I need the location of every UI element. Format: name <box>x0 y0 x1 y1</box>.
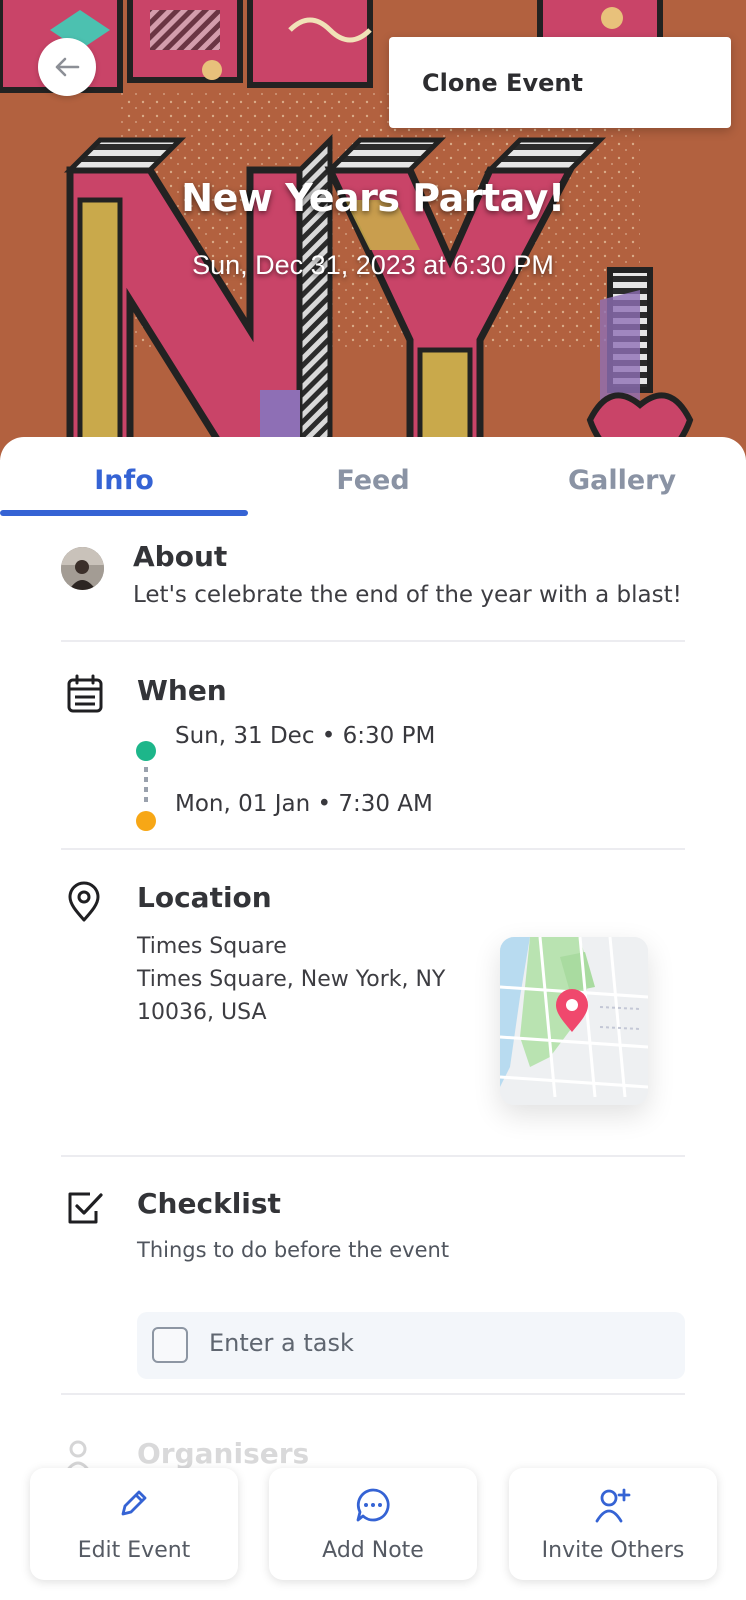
clone-event-label: Clone Event <box>422 68 583 97</box>
invite-others-button[interactable]: Invite Others <box>509 1468 717 1580</box>
location-title: Location <box>137 881 272 914</box>
map-pin-icon <box>68 881 100 922</box>
chat-bubble-icon <box>356 1488 390 1522</box>
about-title: About <box>133 540 228 573</box>
invite-others-label: Invite Others <box>541 1538 685 1563</box>
divider <box>61 1155 685 1157</box>
tab-info[interactable]: Info <box>0 465 248 496</box>
task-input[interactable]: Enter a task <box>137 1312 685 1379</box>
back-button[interactable] <box>38 38 96 96</box>
clone-event-menu-item[interactable]: Clone Event <box>389 37 731 128</box>
checkbox-icon <box>68 1192 103 1224</box>
location-map-thumbnail[interactable] <box>500 937 648 1105</box>
checklist-subtitle: Things to do before the event <box>137 1238 450 1262</box>
start-time-dot <box>136 741 156 761</box>
task-checkbox[interactable] <box>152 1327 188 1363</box>
time-connector-line <box>144 767 148 807</box>
edit-event-label: Edit Event <box>77 1538 191 1563</box>
divider <box>61 640 685 642</box>
pencil-icon <box>121 1490 147 1516</box>
divider <box>61 1393 685 1395</box>
tab-feed[interactable]: Feed <box>249 465 497 496</box>
active-tab-indicator <box>0 510 248 516</box>
checklist-title: Checklist <box>137 1187 281 1220</box>
tab-bar: Info Feed Gallery <box>0 437 746 519</box>
divider <box>61 848 685 850</box>
add-note-label: Add Note <box>322 1538 424 1563</box>
location-address-line2: 10036, USA <box>137 1000 267 1025</box>
add-note-button[interactable]: Add Note <box>269 1468 477 1580</box>
organisers-title: Organisers <box>137 1437 310 1470</box>
event-details-sheet: Info Feed Gallery About Let's celebrate … <box>0 437 746 1600</box>
about-text: Let's celebrate the end of the year with… <box>133 582 682 608</box>
add-user-icon <box>595 1488 631 1523</box>
location-address-line1: Times Square, New York, NY <box>137 967 446 992</box>
edit-event-button[interactable]: Edit Event <box>30 1468 238 1580</box>
event-start-time: Sun, 31 Dec • 6:30 PM <box>175 723 436 749</box>
when-title: When <box>137 674 227 707</box>
task-placeholder: Enter a task <box>209 1329 354 1357</box>
arrow-left-icon <box>55 57 80 77</box>
location-name: Times Square <box>137 934 287 959</box>
end-time-dot <box>136 811 156 831</box>
event-title: New Years Partay! <box>181 176 565 220</box>
event-datetime: Sun, Dec 31, 2023 at 6:30 PM <box>192 250 554 280</box>
calendar-icon <box>67 674 103 713</box>
tab-gallery[interactable]: Gallery <box>498 465 746 496</box>
event-end-time: Mon, 01 Jan • 7:30 AM <box>175 791 433 817</box>
organiser-avatar[interactable] <box>61 547 104 590</box>
